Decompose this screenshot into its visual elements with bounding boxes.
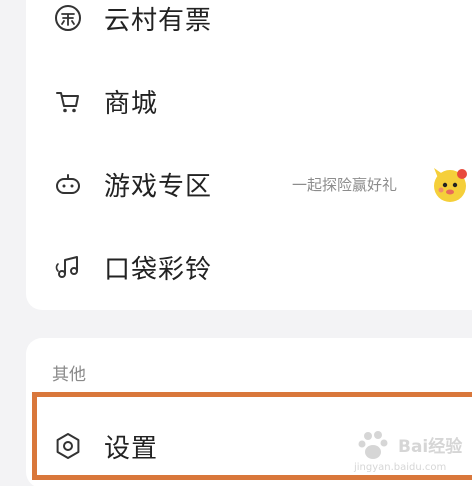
game-mascot-avatar bbox=[432, 164, 472, 204]
ticket-icon bbox=[52, 2, 84, 34]
menu-item-mall[interactable]: 商城 bbox=[26, 71, 472, 131]
gamepad-icon bbox=[52, 168, 84, 200]
menu-item-label: 游戏专区 bbox=[104, 171, 213, 202]
games-promo-text: 一起探险赢好礼 bbox=[292, 175, 398, 194]
music-note-icon bbox=[52, 251, 84, 283]
section-header-other: 其他 bbox=[52, 365, 86, 385]
paw-logo-icon bbox=[352, 428, 396, 466]
menu-item-ticket[interactable]: 云村有票 bbox=[26, 0, 472, 48]
account-menu-screen: 云村有票 商城 游戏专区 一起探险赢好礼 口袋彩铃 其他 设置 Bai经验 ji… bbox=[0, 0, 472, 486]
cart-icon bbox=[52, 85, 84, 117]
baidu-watermark: Bai经验 jingyan.baidu.com bbox=[352, 428, 468, 478]
menu-item-label: 设置 bbox=[104, 433, 159, 464]
menu-item-games[interactable]: 游戏专区 一起探险赢好礼 bbox=[26, 154, 472, 214]
watermark-brand: Bai经验 bbox=[398, 437, 463, 457]
settings-hexagon-icon bbox=[52, 430, 84, 462]
menu-item-label: 口袋彩铃 bbox=[104, 254, 213, 285]
menu-item-label: 商城 bbox=[104, 88, 159, 119]
menu-item-ringtone[interactable]: 口袋彩铃 bbox=[26, 237, 472, 297]
watermark-url: jingyan.baidu.com bbox=[354, 462, 447, 473]
menu-item-label: 云村有票 bbox=[104, 5, 213, 36]
